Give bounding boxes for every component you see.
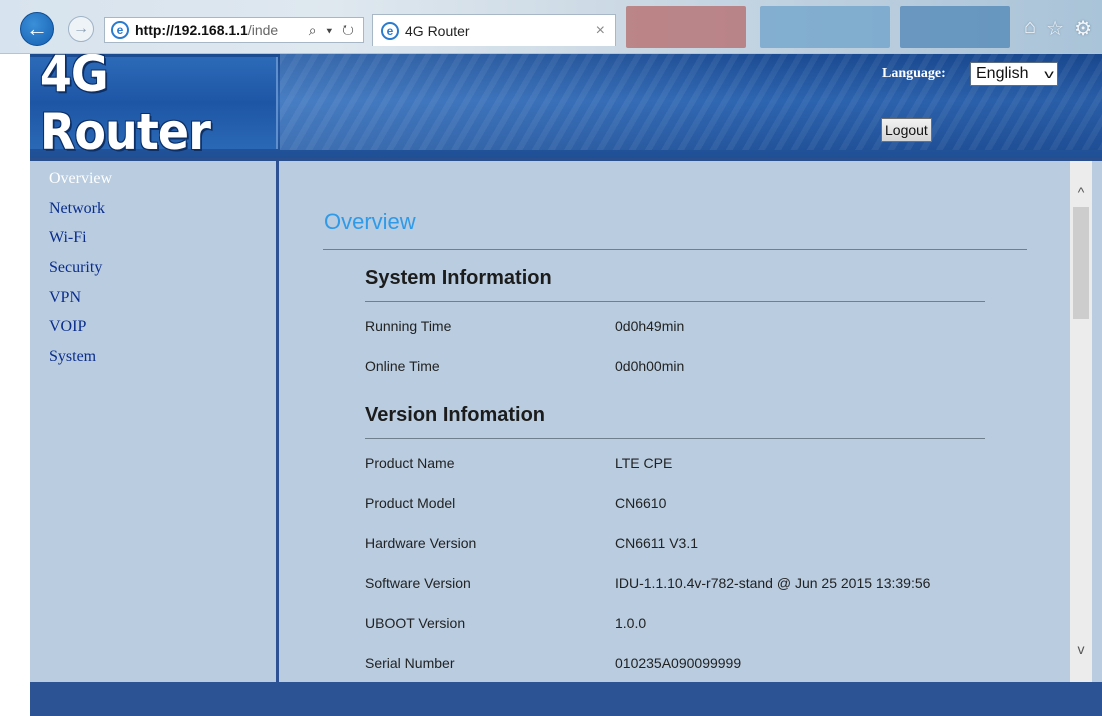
info-label: Product Name xyxy=(365,455,455,471)
info-value: IDU-1.1.10.4v-r782-stand @ Jun 25 2015 1… xyxy=(615,575,931,591)
url-path: /inde xyxy=(247,22,279,38)
home-icon[interactable]: ⌂ xyxy=(1024,16,1036,41)
page-header: 4G Router Language: English v Logout xyxy=(30,54,1102,158)
language-select[interactable]: English v xyxy=(970,62,1058,86)
scroll-thumb[interactable] xyxy=(1073,207,1089,319)
browser-actions: ⌂ ☆ ⚙ xyxy=(1024,16,1092,41)
info-row: Product Model CN6610 xyxy=(365,483,985,523)
info-row: Product Name LTE CPE xyxy=(365,443,985,483)
info-label: Serial Number xyxy=(365,655,455,671)
close-icon[interactable]: × xyxy=(596,22,605,40)
sidebar-item-vpn[interactable]: VPN xyxy=(30,280,276,310)
sidebar-item-voip[interactable]: VOIP xyxy=(30,309,276,339)
language-label: Language: xyxy=(882,66,946,81)
info-label: Online Time xyxy=(365,358,440,374)
back-button[interactable]: ← xyxy=(20,12,54,46)
version-info-section: Version Infomation Product Name LTE CPE … xyxy=(365,404,985,682)
sidebar-item-system[interactable]: System xyxy=(30,339,276,369)
info-row: Serial Number 010235A090099999 xyxy=(365,643,985,682)
info-label: Running Time xyxy=(365,318,452,334)
system-info-section: System Information Running Time 0d0h49mi… xyxy=(365,267,985,386)
info-value: LTE CPE xyxy=(615,455,673,471)
ie-icon: e xyxy=(381,21,399,40)
browser-tab[interactable]: e 4G Router × xyxy=(372,14,616,46)
router-page: 4G Router Language: English v Logout Ove… xyxy=(30,54,1102,716)
background-decoration xyxy=(900,6,1010,48)
logo-text: 4G Router xyxy=(39,54,211,158)
info-row: Software Version IDU-1.1.10.4v-r782-stan… xyxy=(365,563,985,603)
section-heading: Version Infomation xyxy=(365,404,546,426)
section-divider xyxy=(365,438,985,439)
star-icon[interactable]: ☆ xyxy=(1046,16,1064,41)
chevron-down-icon[interactable]: v xyxy=(1070,638,1092,660)
info-row: Online Time 0d0h00min xyxy=(365,346,985,386)
info-value: 0d0h49min xyxy=(615,318,685,334)
main-content: Overview System Information Running Time… xyxy=(279,161,1069,682)
language-value: English xyxy=(976,65,1029,82)
info-row: Running Time 0d0h49min xyxy=(365,306,985,346)
info-value: 0d0h00min xyxy=(615,358,685,374)
window-left-margin xyxy=(0,54,30,716)
info-label: Hardware Version xyxy=(365,535,477,551)
info-label: Product Model xyxy=(365,495,456,511)
url-host: http://192.168.1.1 xyxy=(135,22,248,38)
page-footer xyxy=(30,682,1102,716)
info-value: 010235A090099999 xyxy=(615,655,742,671)
background-decoration xyxy=(760,6,890,48)
info-row: UBOOT Version 1.0.0 xyxy=(365,603,985,643)
info-row: Hardware Version CN6611 V3.1 xyxy=(365,523,985,563)
arrow-left-icon: ← xyxy=(26,16,48,41)
sidebar-item-network[interactable]: Network xyxy=(30,191,276,221)
chevron-up-icon[interactable]: ^ xyxy=(1070,181,1092,203)
info-value: CN6611 V3.1 xyxy=(615,535,699,551)
page-title: Overview xyxy=(324,209,416,234)
browser-toolbar: ← → e http://192.168.1.1/inde ⌕ ▾ ↻ e 4G… xyxy=(0,0,1102,54)
arrow-right-icon: → xyxy=(73,20,89,37)
address-tools[interactable]: ⌕ ▾ ↻ xyxy=(303,22,363,39)
forward-button[interactable]: → xyxy=(68,16,94,42)
info-label: UBOOT Version xyxy=(365,615,466,631)
info-value: CN6610 xyxy=(615,495,667,511)
tab-title: 4G Router xyxy=(405,22,470,39)
logout-button[interactable]: Logout xyxy=(881,118,932,142)
section-heading: System Information xyxy=(365,267,552,289)
sidebar-nav: Overview Network Wi-Fi Security VPN VOIP… xyxy=(30,161,276,682)
section-divider xyxy=(365,301,985,302)
chevron-down-icon: v xyxy=(1044,67,1054,81)
sidebar-item-wifi[interactable]: Wi-Fi xyxy=(30,220,276,250)
info-label: Software Version xyxy=(365,575,471,591)
title-divider xyxy=(323,249,1027,250)
logo: 4G Router xyxy=(30,54,278,158)
vertical-scrollbar[interactable]: ^ v xyxy=(1070,161,1092,682)
sidebar-item-security[interactable]: Security xyxy=(30,250,276,280)
background-decoration xyxy=(626,6,746,48)
ie-icon: e xyxy=(111,21,129,39)
info-value: 1.0.0 xyxy=(615,615,647,631)
gear-icon[interactable]: ⚙ xyxy=(1074,16,1092,41)
sidebar-item-overview[interactable]: Overview xyxy=(30,161,276,191)
address-bar[interactable]: e http://192.168.1.1/inde ⌕ ▾ ↻ xyxy=(104,17,364,43)
